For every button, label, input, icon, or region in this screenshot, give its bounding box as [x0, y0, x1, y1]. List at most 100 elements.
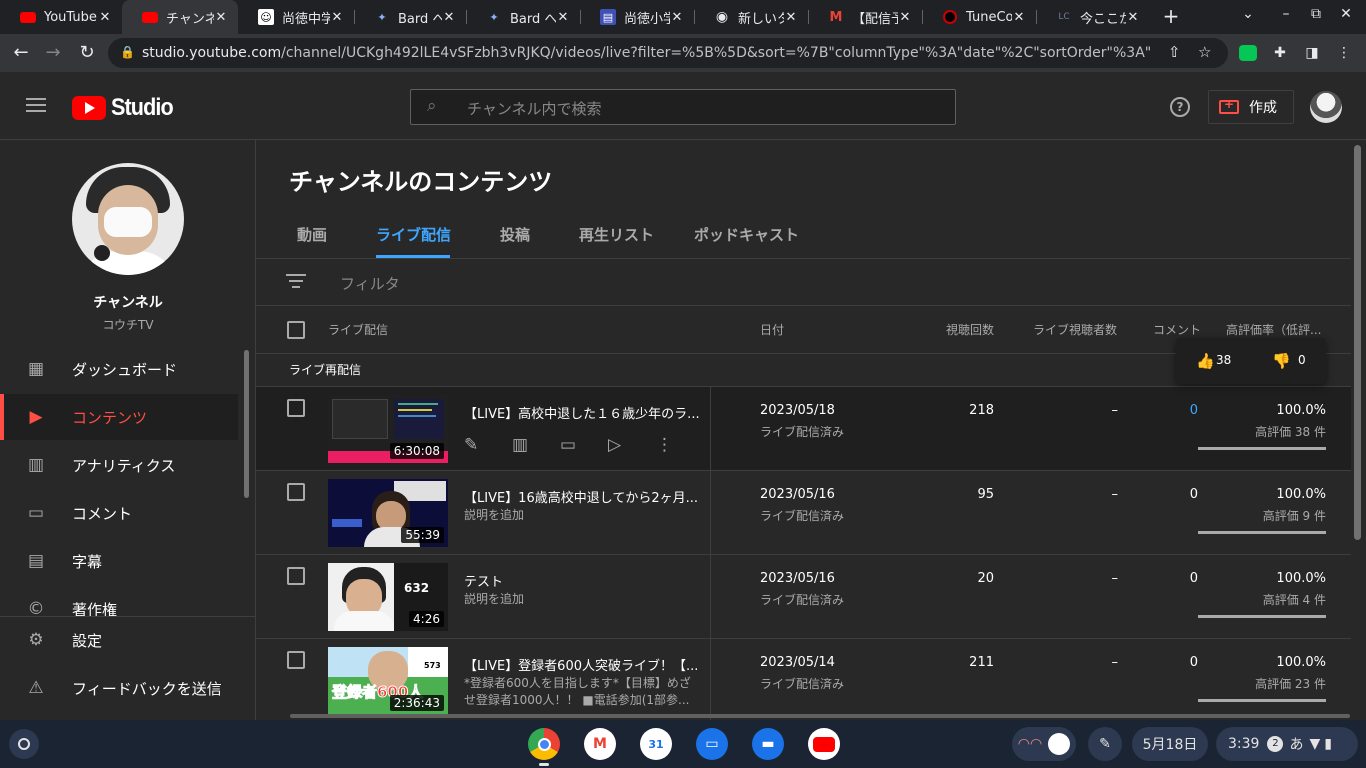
- close-window-icon[interactable]: ✕: [1336, 6, 1356, 22]
- youtube-play-icon[interactable]: ▷: [608, 435, 656, 455]
- extensions-puzzle-icon[interactable]: ✚: [1269, 43, 1291, 63]
- video-thumbnail[interactable]: 573 登録者600人 2:36:43: [328, 647, 448, 715]
- more-icon[interactable]: ⋮: [656, 435, 704, 455]
- video-title[interactable]: テスト: [464, 571, 700, 590]
- help-icon[interactable]: ?: [1170, 97, 1190, 117]
- tab-live[interactable]: ライブ配信: [376, 224, 451, 245]
- row-status: ライブ配信済み: [760, 425, 845, 439]
- messages-icon[interactable]: ▬: [752, 728, 784, 760]
- browser-tab[interactable]: ☺ 尚徳中学 ✕: [238, 0, 354, 34]
- browser-tab[interactable]: M 【配信予 ✕: [808, 0, 922, 34]
- video-title[interactable]: 【LIVE】16歳高校中退してから2ヶ月...: [464, 487, 700, 506]
- row-checkbox[interactable]: [287, 567, 305, 585]
- video-thumbnail[interactable]: 55:39: [328, 479, 448, 547]
- video-title[interactable]: 【LIVE】高校中退した１６歳少年のラ...: [464, 403, 700, 422]
- channel-avatar[interactable]: [72, 163, 184, 275]
- menu-icon[interactable]: [26, 98, 46, 112]
- close-icon[interactable]: ✕: [556, 10, 570, 25]
- close-icon[interactable]: ✕: [1012, 10, 1026, 25]
- account-avatar[interactable]: [1310, 91, 1342, 123]
- tab-title: 【配信予: [852, 11, 898, 27]
- browser-tab[interactable]: YouTube ✕: [0, 0, 122, 34]
- new-tab-icon[interactable]: +: [1160, 4, 1182, 28]
- sidebar-item-analytics[interactable]: ▥ アナリティクス: [0, 442, 238, 488]
- sidebar-item-comments[interactable]: ▭ コメント: [0, 490, 238, 536]
- launcher-icon[interactable]: [9, 729, 39, 759]
- table-row[interactable]: 573 登録者600人 2:36:43 【LIVE】登録者600人突破ライブ！【…: [256, 638, 1351, 720]
- column-header-rating[interactable]: 高評価率（低評...: [1226, 321, 1321, 338]
- row-checkbox[interactable]: [287, 399, 305, 417]
- bookmark-star-icon[interactable]: ☆: [1198, 43, 1211, 61]
- column-header-views[interactable]: 視聴回数: [946, 321, 994, 338]
- tab-playlists[interactable]: 再生リスト: [579, 224, 654, 245]
- close-icon[interactable]: ✕: [784, 10, 798, 25]
- close-icon[interactable]: ✕: [330, 10, 344, 25]
- video-thumbnail[interactable]: 6:30:08: [328, 395, 448, 463]
- table-row[interactable]: 632 4:26 テスト 説明を追加 2023/05/16 ライブ配信済み 20…: [256, 554, 1351, 639]
- browser-tab-active[interactable]: チャンネル ✕: [122, 0, 238, 34]
- tab-posts[interactable]: 投稿: [500, 224, 530, 245]
- video-thumbnail[interactable]: 632 4:26: [328, 563, 448, 631]
- column-header-date[interactable]: 日付: [760, 321, 784, 338]
- table-row[interactable]: 55:39 【LIVE】16歳高校中退してから2ヶ月... 説明を追加 2023…: [256, 470, 1351, 555]
- browser-tab[interactable]: ◉ 新しいタ ✕: [694, 0, 808, 34]
- filter-icon[interactable]: [286, 274, 306, 292]
- tab-search-icon[interactable]: ⌄: [1238, 6, 1258, 22]
- restore-icon[interactable]: ⧉: [1306, 6, 1326, 22]
- media-controls[interactable]: ◠◠: [1012, 727, 1076, 761]
- main-scrollbar[interactable]: [1354, 145, 1361, 540]
- tab-podcasts[interactable]: ポッドキャスト: [694, 224, 799, 245]
- studio-logo[interactable]: Studio: [72, 94, 180, 122]
- table-row[interactable]: 6:30:08 【LIVE】高校中退した１６歳少年のラ... ✎ ▥ ▭ ▷ ⋮…: [256, 386, 1351, 471]
- gmail-icon[interactable]: M: [584, 728, 616, 760]
- address-bar[interactable]: 🔒 studio.youtube.com/channel/UCKgh492lLE…: [108, 38, 1228, 68]
- files-icon[interactable]: ▭: [696, 728, 728, 760]
- row-checkbox[interactable]: [287, 483, 305, 501]
- stylus-icon[interactable]: ✎: [1088, 727, 1122, 761]
- comments-icon[interactable]: ▭: [560, 435, 608, 455]
- search-input[interactable]: ⌕ チャンネル内で検索: [410, 89, 956, 125]
- sidebar-item-subtitles[interactable]: ▤ 字幕: [0, 538, 238, 584]
- browser-tab[interactable]: ✦ Bard へよ ✕: [354, 0, 466, 34]
- tab-videos[interactable]: 動画: [297, 224, 327, 245]
- sidebar-item-settings[interactable]: ⚙ 設定: [0, 617, 238, 663]
- horizontal-scrollbar[interactable]: [290, 714, 1350, 718]
- row-comments[interactable]: 0: [1098, 403, 1198, 418]
- column-header-live-viewers[interactable]: ライブ視聴者数: [1033, 321, 1117, 338]
- sidebar-item-dashboard[interactable]: ▦ ダッシュボード: [0, 346, 238, 392]
- back-icon[interactable]: ←: [10, 42, 32, 64]
- sidebar-scrollbar[interactable]: [244, 350, 249, 498]
- status-tray[interactable]: 3:39 2 あ ▼ ▮: [1216, 727, 1358, 761]
- minimize-icon[interactable]: –: [1276, 6, 1296, 22]
- line-extension-icon[interactable]: [1237, 43, 1259, 63]
- browser-tab[interactable]: TuneCore ✕: [922, 0, 1036, 34]
- close-icon[interactable]: ✕: [670, 10, 684, 25]
- close-icon[interactable]: ✕: [214, 10, 228, 25]
- close-icon[interactable]: ✕: [1126, 10, 1140, 25]
- side-panel-icon[interactable]: ◨: [1301, 43, 1323, 63]
- date-pill[interactable]: 5月18日: [1132, 727, 1208, 761]
- forward-icon[interactable]: →: [42, 42, 64, 64]
- calendar-icon[interactable]: 31: [640, 728, 672, 760]
- sidebar-item-feedback[interactable]: ⚠ フィードバックを送信: [0, 665, 238, 711]
- column-header-comments[interactable]: コメント: [1153, 321, 1201, 338]
- youtube-icon[interactable]: [808, 728, 840, 760]
- analytics-icon[interactable]: ▥: [512, 435, 560, 455]
- select-all-checkbox[interactable]: [287, 321, 305, 339]
- chrome-icon[interactable]: [528, 728, 560, 760]
- edit-icon[interactable]: ✎: [464, 435, 512, 455]
- row-checkbox[interactable]: [287, 651, 305, 669]
- close-icon[interactable]: ✕: [898, 10, 912, 25]
- browser-tab[interactable]: LC 今ここか ✕: [1036, 0, 1150, 34]
- sidebar-item-content[interactable]: ▶ コンテンツ: [0, 394, 238, 440]
- close-icon[interactable]: ✕: [98, 10, 112, 25]
- share-icon[interactable]: ⇧: [1168, 43, 1181, 61]
- create-button[interactable]: 作成: [1208, 90, 1294, 124]
- close-icon[interactable]: ✕: [442, 10, 456, 25]
- browser-tab[interactable]: ▤ 尚徳小学 ✕: [580, 0, 694, 34]
- reload-icon[interactable]: ↻: [76, 42, 98, 64]
- browser-tab[interactable]: ✦ Bard へよ ✕: [466, 0, 580, 34]
- video-title[interactable]: 【LIVE】登録者600人突破ライブ！【...: [464, 655, 700, 674]
- filter-input[interactable]: フィルタ: [340, 273, 400, 294]
- browser-menu-icon[interactable]: ⋮: [1333, 43, 1355, 63]
